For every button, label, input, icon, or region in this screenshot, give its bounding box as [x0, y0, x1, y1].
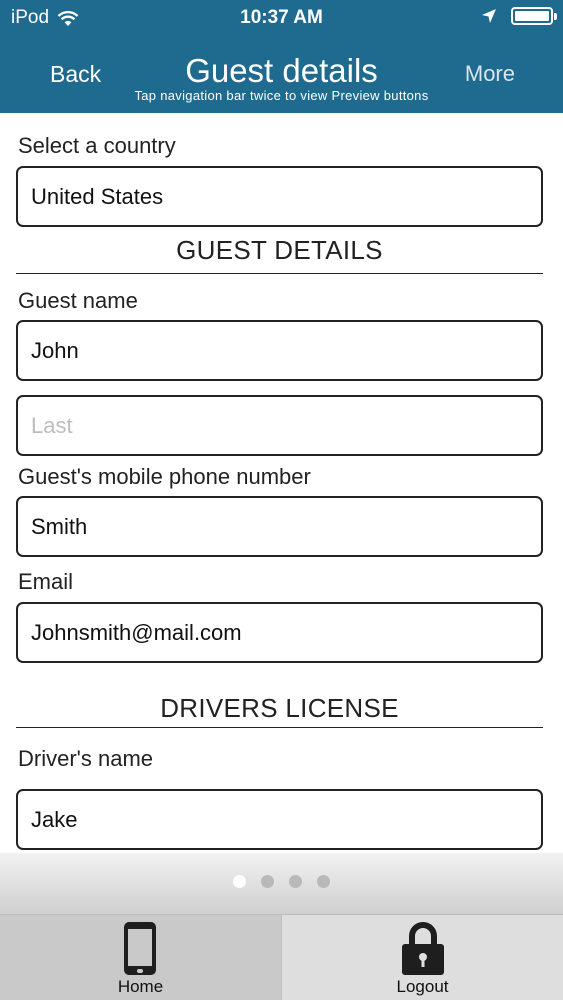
tab-bar: Home Logout	[0, 914, 563, 1000]
guest-form[interactable]: Select a country United States GUEST DET…	[0, 113, 563, 853]
page-dot[interactable]	[317, 875, 330, 888]
phone-label: Guest's mobile phone number	[18, 464, 311, 489]
page-dot[interactable]	[261, 875, 274, 888]
page-indicator-area	[0, 853, 563, 914]
drivers-license-heading: DRIVERS LICENSE	[160, 693, 399, 723]
guest-name-label: Guest name	[18, 288, 138, 313]
phone-field[interactable]: Smith	[16, 496, 543, 557]
page-indicator[interactable]	[0, 875, 563, 888]
top-bar: iPod 10:37 AM Back Guest details Tap nav…	[0, 0, 563, 113]
tab-logout[interactable]: Logout	[281, 915, 563, 1000]
section-divider	[16, 273, 543, 274]
more-button[interactable]: More	[465, 61, 515, 87]
nav-hint-text: Tap navigation bar twice to view Preview…	[134, 88, 429, 103]
driver-name-label: Driver's name	[18, 746, 154, 771]
first-name-field[interactable]: John	[16, 320, 543, 381]
battery-icon	[511, 7, 557, 25]
email-field[interactable]: Johnsmith@mail.com	[16, 602, 543, 663]
location-arrow-icon	[482, 9, 496, 23]
section-divider	[16, 727, 543, 728]
country-label: Select a country	[18, 133, 176, 158]
guest-details-heading: GUEST DETAILS	[176, 235, 383, 265]
page-dot[interactable]	[233, 875, 246, 888]
tab-home-label: Home	[117, 977, 164, 996]
driver-name-field[interactable]: Jake	[16, 789, 543, 850]
tab-logout-label: Logout	[396, 977, 449, 996]
lock-icon	[402, 922, 444, 975]
tab-home[interactable]: Home	[0, 915, 281, 1000]
email-label: Email	[18, 569, 74, 594]
page-dot[interactable]	[289, 875, 302, 888]
last-name-field[interactable]: Last	[16, 395, 543, 456]
status-time: 10:37 AM	[240, 7, 323, 28]
phone-icon	[124, 922, 156, 975]
country-select[interactable]: United States	[16, 166, 543, 227]
status-bar: iPod 10:37 AM	[0, 0, 563, 36]
